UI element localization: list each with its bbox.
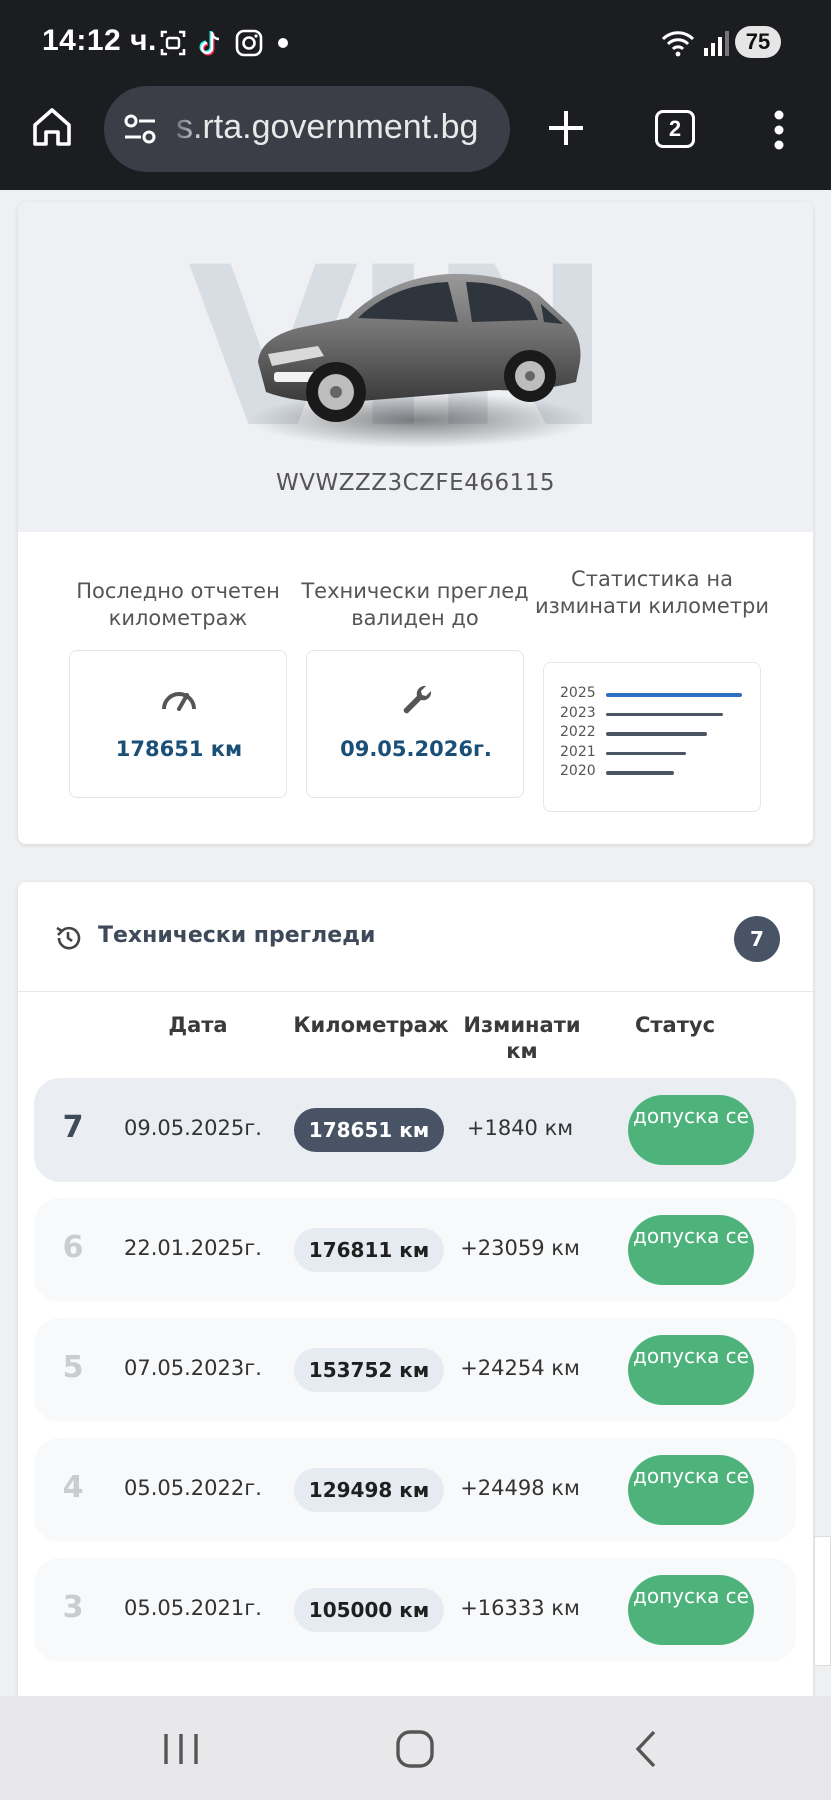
- wifi-icon: [661, 31, 695, 57]
- row-number: 7: [62, 1110, 84, 1145]
- browser-chrome: 14:12 ч. 75 s.rta.government.bg 2: [0, 0, 831, 190]
- system-nav-bar: [0, 1696, 831, 1800]
- instagram-icon: [235, 29, 263, 57]
- home-button-icon[interactable]: [390, 1726, 440, 1772]
- row-date: 09.05.2025г.: [124, 1116, 262, 1140]
- mileage-value: 178651 км: [115, 737, 243, 761]
- mini-chart-bar: [606, 693, 742, 697]
- mileage-label: Последно отчетен километраж: [76, 579, 280, 630]
- screenshot-icon: [160, 30, 186, 56]
- row-diff: +23059 км: [460, 1236, 580, 1260]
- tabs-icon[interactable]: 2: [655, 110, 695, 148]
- row-status-badge: допуска се: [628, 1215, 754, 1285]
- recent-apps-icon[interactable]: [156, 1726, 206, 1772]
- row-date: 07.05.2023г.: [124, 1356, 262, 1380]
- row-number: 6: [62, 1230, 84, 1265]
- inspection-row[interactable]: 5 07.05.2023г. 153752 км +24254 км допуска с…: [34, 1318, 796, 1422]
- mini-chart-bar: [606, 712, 723, 716]
- mini-chart-year: 2020: [560, 763, 596, 779]
- site-settings-icon[interactable]: [122, 112, 158, 146]
- row-mileage-badge: 153752 км: [294, 1348, 444, 1392]
- mileage-stats-label: Статистика на изминати километри: [534, 567, 770, 618]
- row-number: 4: [62, 1470, 84, 1505]
- mini-chart-bar: [606, 751, 687, 755]
- car-image: [248, 273, 588, 448]
- row-number: 3: [62, 1590, 84, 1625]
- row-diff: +24254 км: [460, 1356, 580, 1380]
- row-date: 22.01.2025г.: [124, 1236, 262, 1260]
- inspection-row[interactable]: 3 05.05.2021г. 105000 км +16333 км допуска с…: [34, 1558, 796, 1662]
- inspection-row[interactable]: 4 05.05.2022г. 129498 км +24498 км допуска с…: [34, 1438, 796, 1542]
- column-header-date: Дата: [168, 1013, 228, 1037]
- inspection-valid-value: 09.05.2026г.: [340, 737, 492, 761]
- mini-chart-year: 2022: [560, 724, 596, 740]
- status-bar: 14:12 ч. 75: [0, 0, 831, 86]
- inspections-title: Технически прегледи: [98, 923, 376, 948]
- vin-number: WVWZZZ3CZFE466115: [276, 470, 555, 496]
- row-status-badge: допуска се: [628, 1455, 754, 1525]
- mileage-box: 178651 км: [69, 650, 287, 798]
- column-header-diff: Изминати км: [463, 1013, 581, 1063]
- battery-icon: 75: [735, 26, 781, 58]
- mini-chart-year: 2023: [560, 704, 596, 721]
- row-diff: +16333 км: [460, 1596, 580, 1620]
- speedometer-icon: [162, 692, 196, 711]
- tiktok-icon: [199, 31, 220, 56]
- inspections-card: Технически прегледи 7 Дата Километраж Из…: [18, 882, 813, 1800]
- signal-icon: [704, 31, 729, 56]
- inspections-count-badge: 7: [734, 916, 780, 962]
- more-icon[interactable]: [764, 108, 794, 152]
- mini-chart-bar: [606, 732, 707, 736]
- row-diff: +1840 км: [466, 1116, 574, 1140]
- mini-chart-year: 2021: [560, 743, 596, 760]
- address-bar[interactable]: s.rta.government.bg: [104, 86, 510, 172]
- inspection-row[interactable]: 6 22.01.2025г. 176811 км +23059 км допуска с…: [34, 1198, 796, 1302]
- url-fade: [164, 86, 204, 172]
- row-status-badge: допуска се: [628, 1095, 754, 1165]
- mini-chart-year: 2025: [560, 685, 596, 701]
- scroll-edge: [814, 1536, 831, 1666]
- inspection-row[interactable]: 7 09.05.2025г. 178651 км +1840 км допуска се: [34, 1078, 796, 1182]
- row-mileage-badge: 129498 км: [294, 1468, 444, 1512]
- vehicle-hero: VIN: [18, 202, 813, 532]
- row-status-badge: допуска се: [628, 1335, 754, 1405]
- mini-chart-bar: [606, 771, 674, 775]
- clock: 14:12 ч.: [42, 24, 157, 57]
- row-date: 05.05.2022г.: [124, 1476, 262, 1500]
- column-header-status: Статус: [634, 1013, 716, 1037]
- notification-dot: [278, 38, 288, 48]
- row-mileage-badge: 178651 км: [294, 1108, 444, 1152]
- vehicle-card: VIN: [18, 202, 813, 844]
- row-date: 05.05.2021г.: [124, 1596, 262, 1620]
- mileage-stats-chart[interactable]: 2025 2023 2022 2021 2020: [543, 662, 761, 812]
- row-mileage-badge: 176811 км: [294, 1228, 444, 1272]
- inspection-valid-label: Технически преглед валиден до: [301, 579, 529, 630]
- row-number: 5: [62, 1350, 84, 1385]
- row-diff: +24498 км: [460, 1476, 580, 1500]
- inspections-header: Технически прегледи 7: [18, 882, 813, 992]
- row-status-badge: допуска се: [628, 1575, 754, 1645]
- back-icon[interactable]: [622, 1726, 672, 1772]
- home-icon[interactable]: [30, 105, 74, 149]
- history-icon: [56, 926, 81, 950]
- new-tab-icon[interactable]: [546, 108, 586, 148]
- row-mileage-badge: 105000 км: [294, 1588, 444, 1632]
- url-text[interactable]: s.rta.government.bg: [176, 108, 478, 147]
- inspection-valid-box: 09.05.2026г.: [306, 650, 524, 798]
- wrench-icon: [403, 685, 432, 714]
- column-header-mileage: Километраж: [293, 1013, 449, 1037]
